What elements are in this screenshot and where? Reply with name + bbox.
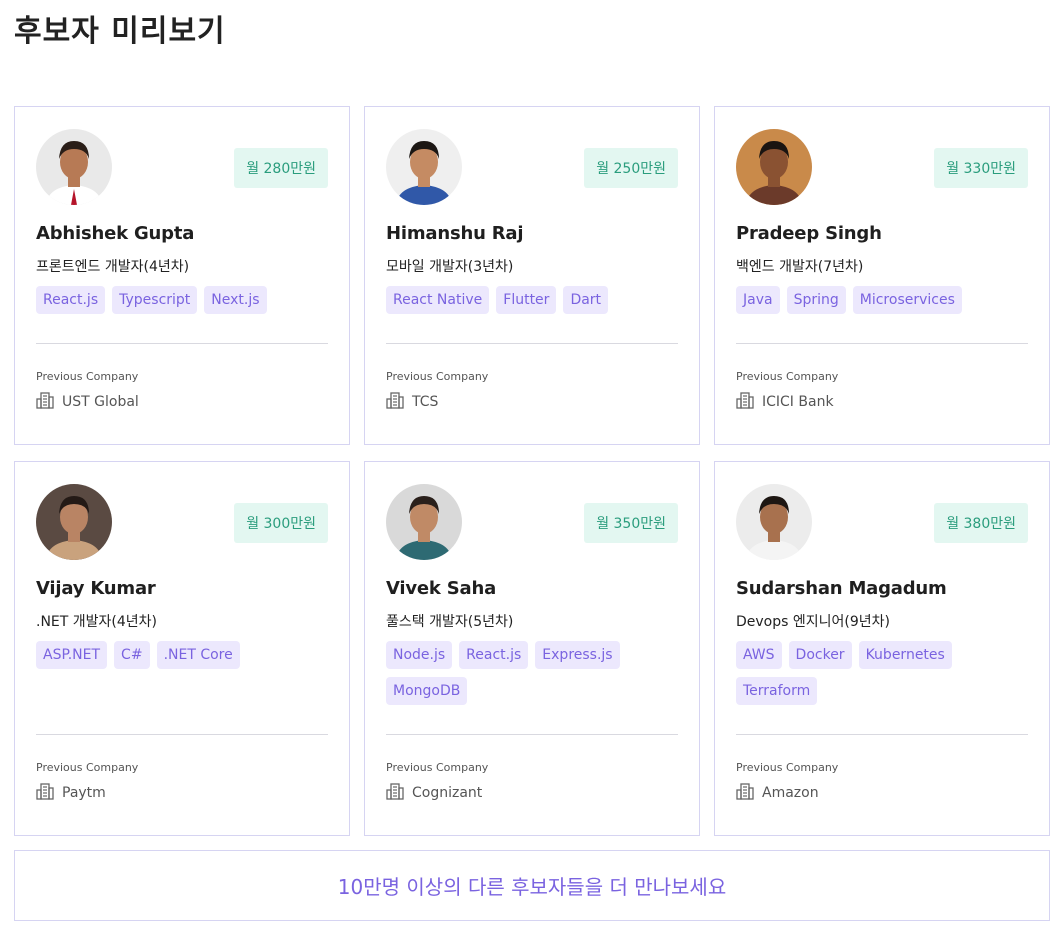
previous-company: TCS: [386, 391, 438, 413]
previous-company-label: Previous Company: [36, 761, 139, 774]
building-icon: [386, 782, 404, 804]
avatar: [36, 129, 112, 205]
skill-tag: MongoDB: [386, 677, 468, 705]
candidate-role: .NET 개발자(4년차): [36, 614, 158, 630]
previous-company-label: Previous Company: [736, 370, 839, 383]
skill-tag: .NET Core: [156, 641, 240, 669]
see-more-candidates-button[interactable]: 10만명 이상의 다른 후보자들을 더 만나보세요: [14, 850, 1050, 921]
previous-company: Cognizant: [386, 782, 482, 804]
candidate-grid: 월 280만원 Abhishek Gupta 프론트엔드 개발자(4년차) Re…: [14, 106, 1050, 836]
skill-tag: Dart: [563, 286, 609, 314]
divider: [736, 343, 1028, 344]
previous-company: Paytm: [36, 782, 106, 804]
previous-company-label: Previous Company: [386, 370, 489, 383]
avatar: [736, 484, 812, 560]
skill-tag: Typescript: [112, 286, 198, 314]
salary-badge: 월 350만원: [584, 503, 678, 543]
salary-badge: 월 330만원: [934, 148, 1028, 188]
building-icon: [736, 391, 754, 413]
candidate-name: Sudarshan Magadum: [736, 578, 947, 599]
skill-tag: Flutter: [496, 286, 557, 314]
candidate-role: 백엔드 개발자(7년차): [736, 259, 864, 275]
previous-company-label: Previous Company: [736, 761, 839, 774]
avatar: [386, 484, 462, 560]
divider: [736, 734, 1028, 735]
skill-tag: Express.js: [535, 641, 620, 669]
skill-tag: Node.js: [386, 641, 453, 669]
candidate-role: 풀스택 개발자(5년차): [386, 614, 514, 630]
company-name: Cognizant: [412, 785, 483, 801]
skill-tag: Java: [736, 286, 780, 314]
avatar: [736, 129, 812, 205]
building-icon: [36, 391, 54, 413]
company-name: Paytm: [62, 785, 106, 801]
skill-tag: ASP.NET: [36, 641, 108, 669]
skill-tag: Next.js: [204, 286, 267, 314]
salary-badge: 월 280만원: [234, 148, 328, 188]
skill-tag: Terraform: [736, 677, 818, 705]
skill-tag: Spring: [786, 286, 846, 314]
skill-tag: AWS: [736, 641, 782, 669]
divider: [386, 343, 678, 344]
company-name: TCS: [412, 394, 439, 410]
skill-tag: Docker: [788, 641, 852, 669]
skill-tag: React Native: [386, 286, 490, 314]
skill-tags: ASP.NET C# .NET Core: [36, 641, 328, 669]
building-icon: [36, 782, 54, 804]
avatar: [386, 129, 462, 205]
candidate-role: 모바일 개발자(3년차): [386, 259, 514, 275]
divider: [36, 734, 328, 735]
salary-badge: 월 300만원: [234, 503, 328, 543]
candidate-name: Abhishek Gupta: [36, 223, 195, 244]
salary-badge: 월 250만원: [584, 148, 678, 188]
previous-company-label: Previous Company: [36, 370, 139, 383]
avatar: [36, 484, 112, 560]
divider: [36, 343, 328, 344]
candidate-name: Himanshu Raj: [386, 223, 524, 244]
skill-tags: React Native Flutter Dart: [386, 286, 678, 314]
candidate-card[interactable]: 월 280만원 Abhishek Gupta 프론트엔드 개발자(4년차) Re…: [14, 106, 350, 445]
candidate-card[interactable]: 월 350만원 Vivek Saha 풀스택 개발자(5년차) Node.js R…: [364, 461, 700, 836]
skill-tag: React.js: [36, 286, 106, 314]
previous-company-label: Previous Company: [386, 761, 489, 774]
skill-tags: Java Spring Microservices: [736, 286, 1028, 314]
company-name: Amazon: [762, 785, 819, 801]
candidate-card[interactable]: 월 250만원 Himanshu Raj 모바일 개발자(3년차) React …: [364, 106, 700, 445]
candidate-card[interactable]: 월 380만원 Sudarshan Magadum Devops 엔지니어(9년…: [714, 461, 1050, 836]
candidate-role: Devops 엔지니어(9년차): [736, 614, 890, 630]
previous-company: ICICI Bank: [736, 391, 834, 413]
skill-tag: C#: [114, 641, 150, 669]
skill-tag: Microservices: [852, 286, 962, 314]
skill-tag: React.js: [459, 641, 529, 669]
previous-company: Amazon: [736, 782, 819, 804]
company-name: ICICI Bank: [762, 394, 834, 410]
candidate-card[interactable]: 월 330만원 Pradeep Singh 백엔드 개발자(7년차) Java S…: [714, 106, 1050, 445]
candidate-card[interactable]: 월 300만원 Vijay Kumar .NET 개발자(4년차) ASP.NE…: [14, 461, 350, 836]
building-icon: [386, 391, 404, 413]
previous-company: UST Global: [36, 391, 139, 413]
company-name: UST Global: [62, 394, 139, 410]
salary-badge: 월 380만원: [934, 503, 1028, 543]
skill-tags: Node.js React.js Express.js MongoDB: [386, 641, 678, 705]
candidate-name: Vijay Kumar: [36, 578, 156, 599]
skill-tags: AWS Docker Kubernetes Terraform: [736, 641, 1028, 705]
candidate-name: Vivek Saha: [386, 578, 497, 599]
building-icon: [736, 782, 754, 804]
skill-tags: React.js Typescript Next.js: [36, 286, 328, 314]
page-title: 후보자 미리보기: [14, 14, 226, 49]
skill-tag: Kubernetes: [858, 641, 952, 669]
candidate-name: Pradeep Singh: [736, 223, 882, 244]
divider: [386, 734, 678, 735]
candidate-role: 프론트엔드 개발자(4년차): [36, 259, 190, 275]
